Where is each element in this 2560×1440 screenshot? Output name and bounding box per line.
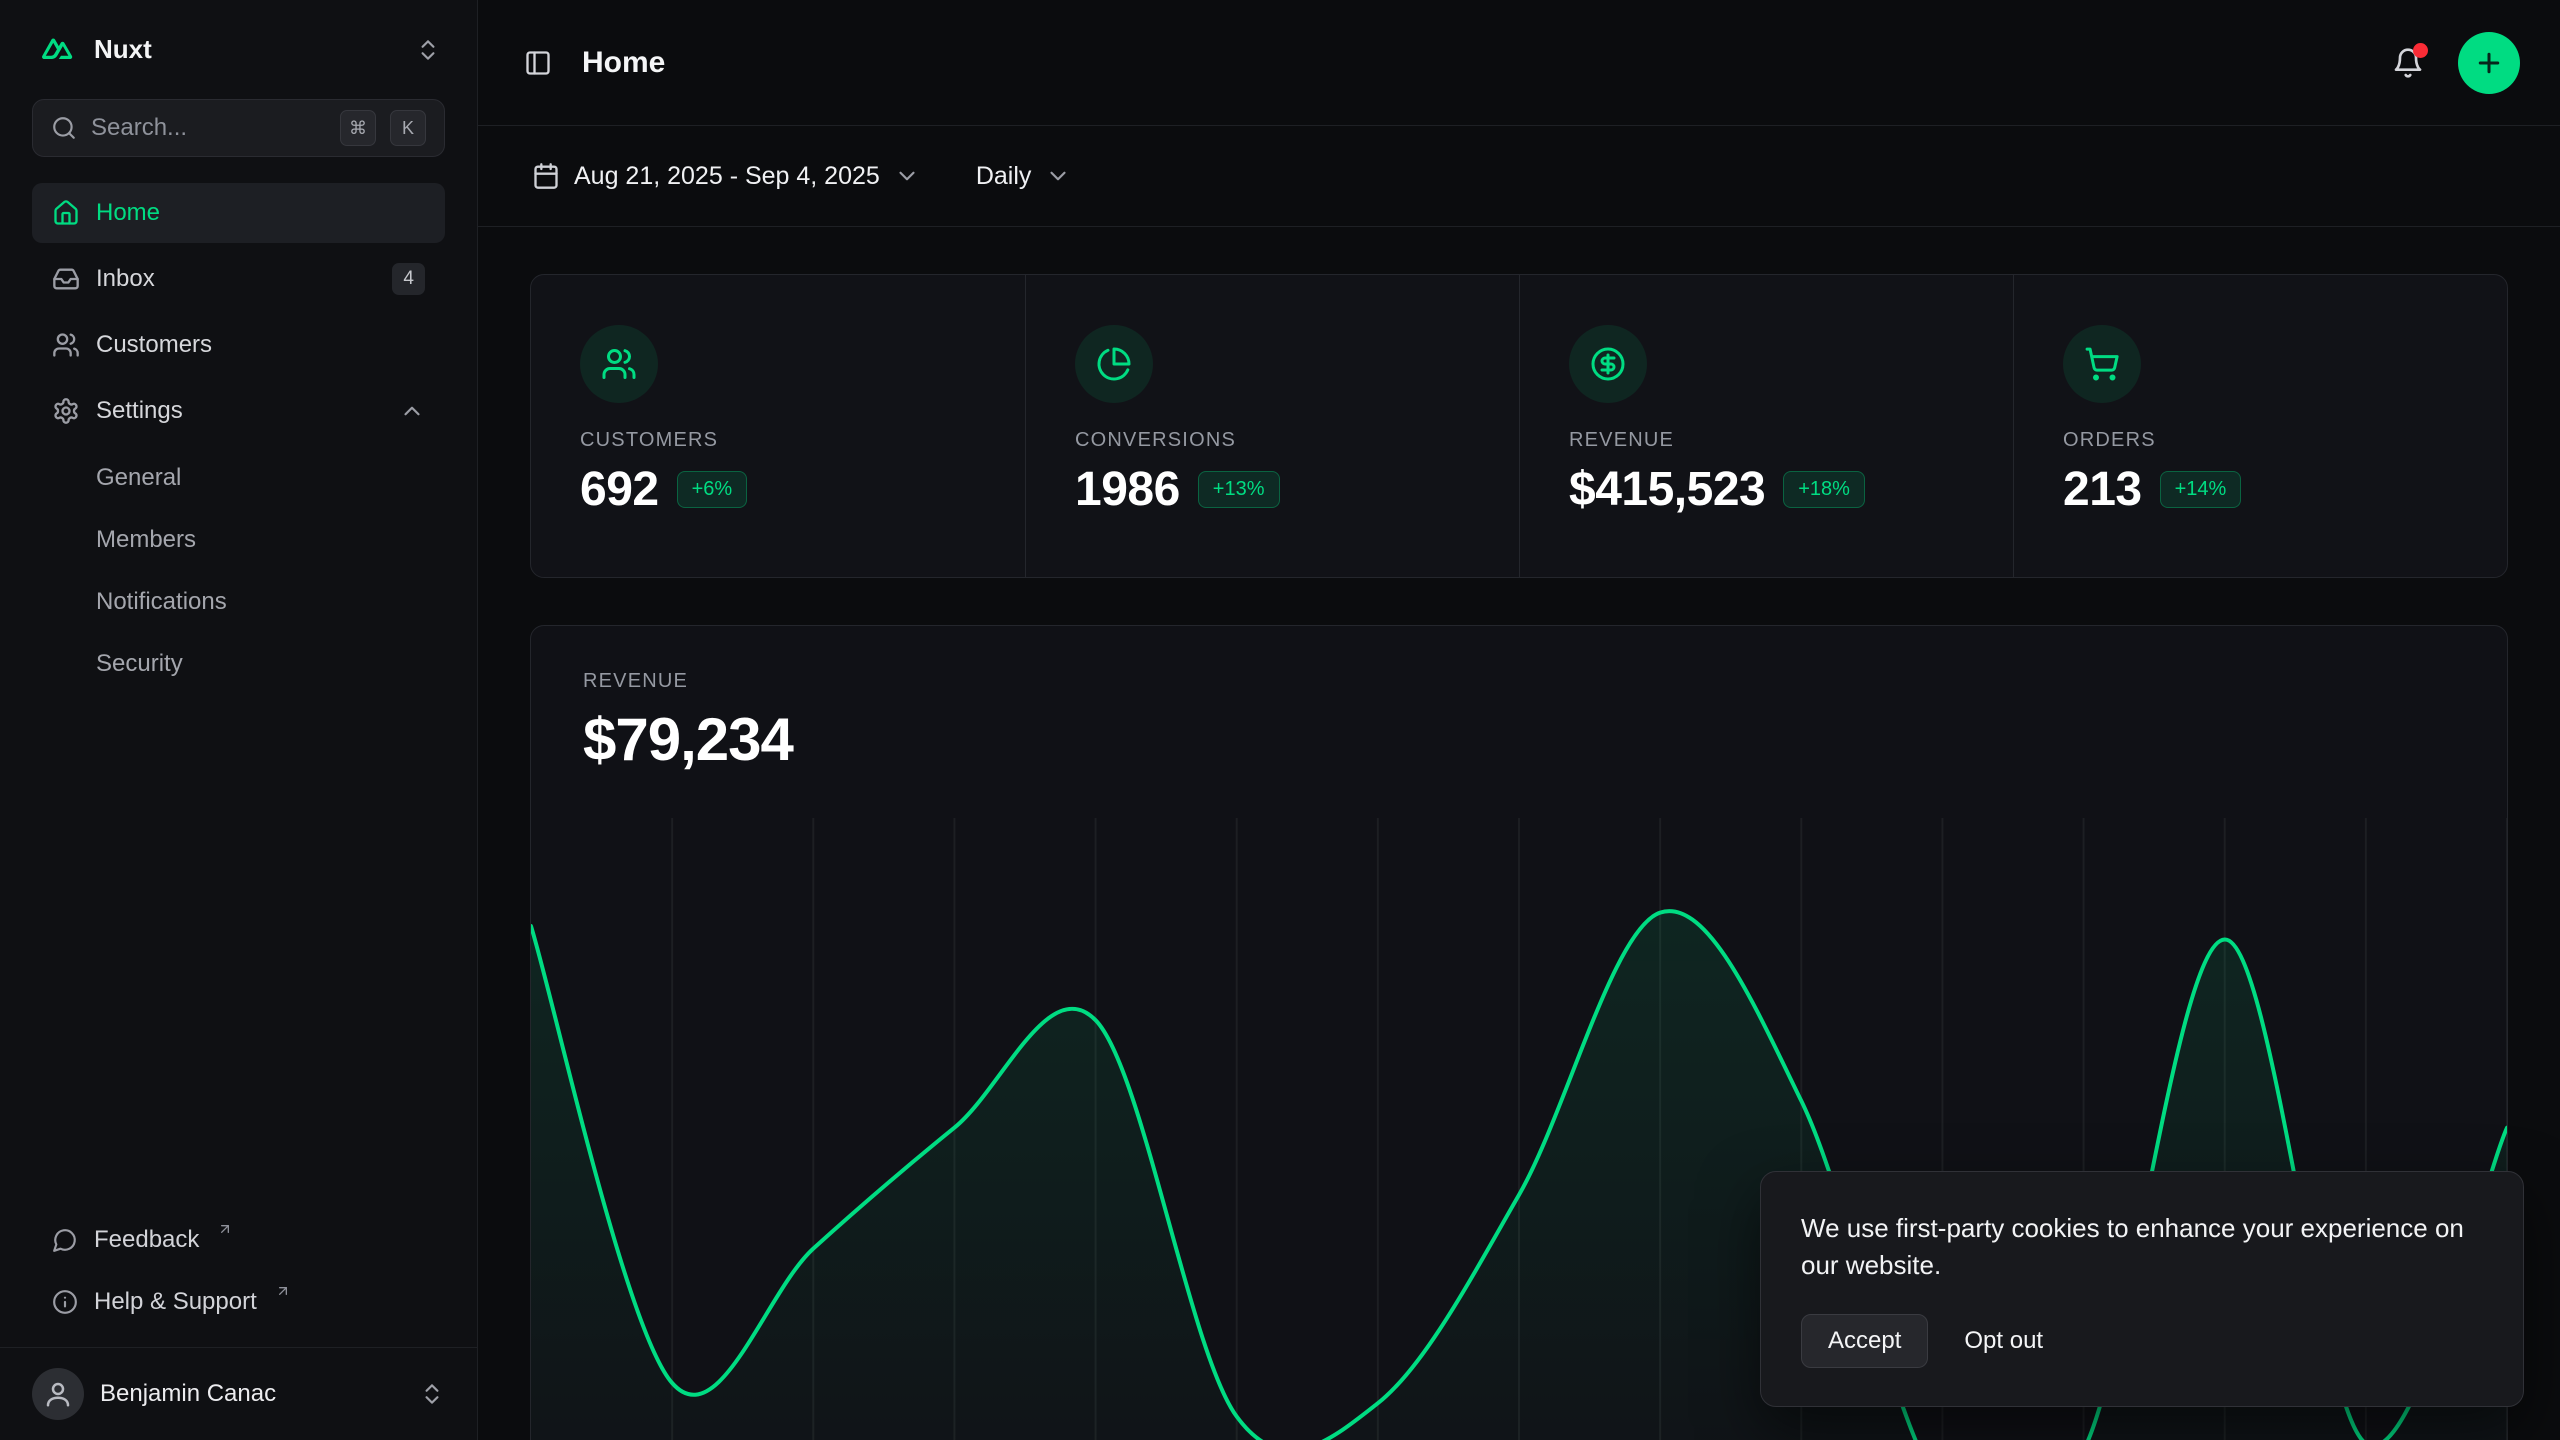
search-box[interactable]: ⌘ K [32,99,445,157]
external-link-icon [217,1221,233,1237]
stat-value: 1986 [1075,462,1180,517]
sidebar-item-general[interactable]: General [32,449,445,507]
sidebar-item-label: Inbox [96,265,155,293]
stat-conversions[interactable]: CONVERSIONS 1986 +13% [1025,275,1519,577]
stat-delta-badge: +18% [1783,471,1865,508]
avatar [32,1368,84,1420]
info-circle-icon [52,1289,78,1315]
filters-toolbar: Aug 21, 2025 - Sep 4, 2025 Daily [478,126,2560,227]
kbd-k: K [390,110,426,146]
revenue-card-value: $79,234 [583,705,2455,774]
sidebar-item-home[interactable]: Home [32,183,445,243]
date-range-picker[interactable]: Aug 21, 2025 - Sep 4, 2025 [514,148,938,205]
inbox-icon [52,265,80,293]
chevrons-up-down-icon [415,37,441,63]
sidebar-footer: Feedback Help & Support [0,1203,477,1347]
stat-label: CUSTOMERS [580,429,976,452]
granularity-select[interactable]: Daily [958,148,1090,205]
help-support-link[interactable]: Help & Support [32,1273,445,1331]
feedback-link[interactable]: Feedback [32,1211,445,1269]
stat-delta-badge: +6% [677,471,748,508]
sidebar-item-customers[interactable]: Customers [32,315,445,375]
brand-name: Nuxt [94,34,152,65]
sidebar-item-security[interactable]: Security [32,635,445,693]
cookie-optout-button[interactable]: Opt out [1938,1315,2069,1367]
notifications-button[interactable] [2386,41,2430,85]
settings-sub-items: General Members Notifications Security [32,449,445,693]
cookie-message: We use first-party cookies to enhance yo… [1801,1210,2483,1284]
topbar: Home [478,0,2560,126]
sidebar-item-settings[interactable]: Settings [32,381,445,441]
user-name: Benjamin Canac [100,1380,276,1408]
granularity-label: Daily [976,162,1032,191]
circle-dollar-icon [1569,325,1647,403]
sidebar-item-notifications[interactable]: Notifications [32,573,445,631]
notification-dot [2413,43,2428,58]
date-range-label: Aug 21, 2025 - Sep 4, 2025 [574,162,880,191]
chevrons-up-down-icon [419,1381,445,1407]
plus-icon [2474,48,2504,78]
user-menu[interactable]: Benjamin Canac [0,1347,477,1440]
cookie-banner: We use first-party cookies to enhance yo… [1760,1171,2524,1407]
stat-label: ORDERS [2063,429,2458,452]
chevron-up-icon [399,398,425,424]
chart-pie-icon [1075,325,1153,403]
sidebar-nav: Home Inbox 4 Customers Settings [0,171,477,693]
stat-value: 213 [2063,462,2142,517]
stat-delta-badge: +14% [2160,471,2242,508]
inbox-count-badge: 4 [392,263,425,295]
message-circle-icon [52,1227,78,1253]
calendar-icon [532,162,560,190]
stat-value: $415,523 [1569,462,1765,517]
stats-row: CUSTOMERS 692 +6% CONVERSIONS 1986 +13% [530,274,2508,578]
nuxt-logo-icon [36,35,78,65]
stat-label: REVENUE [1569,429,1964,452]
users-icon [52,331,80,359]
external-link-icon [275,1283,291,1299]
gear-icon [52,397,80,425]
help-support-label: Help & Support [94,1288,257,1316]
sidebar-item-label: Settings [96,397,183,425]
workspace-switcher[interactable]: Nuxt [0,0,477,85]
stat-value: 692 [580,462,659,517]
sidebar-item-inbox[interactable]: Inbox 4 [32,249,445,309]
cookie-accept-button[interactable]: Accept [1801,1314,1928,1368]
chevron-down-icon [894,163,920,189]
stat-label: CONVERSIONS [1075,429,1470,452]
sidebar: Nuxt ⌘ K Home Inbo [0,0,478,1440]
sidebar-toggle-button[interactable] [518,43,558,83]
add-button[interactable] [2458,32,2520,94]
sidebar-item-label: Home [96,199,160,227]
sidebar-item-label: Customers [96,331,212,359]
feedback-label: Feedback [94,1226,199,1254]
search-input[interactable] [91,114,326,142]
stat-orders[interactable]: ORDERS 213 +14% [2013,275,2507,577]
kbd-cmd: ⌘ [340,110,376,146]
page-title: Home [582,46,665,80]
stat-revenue[interactable]: REVENUE $415,523 +18% [1519,275,2013,577]
sidebar-item-members[interactable]: Members [32,511,445,569]
shopping-cart-icon [2063,325,2141,403]
search-icon [51,115,77,141]
revenue-card-label: REVENUE [583,670,2455,693]
stat-customers[interactable]: CUSTOMERS 692 +6% [531,275,1025,577]
chevron-down-icon [1045,163,1071,189]
stat-delta-badge: +13% [1198,471,1280,508]
home-icon [52,199,80,227]
panel-left-icon [524,49,552,77]
users-icon [580,325,658,403]
